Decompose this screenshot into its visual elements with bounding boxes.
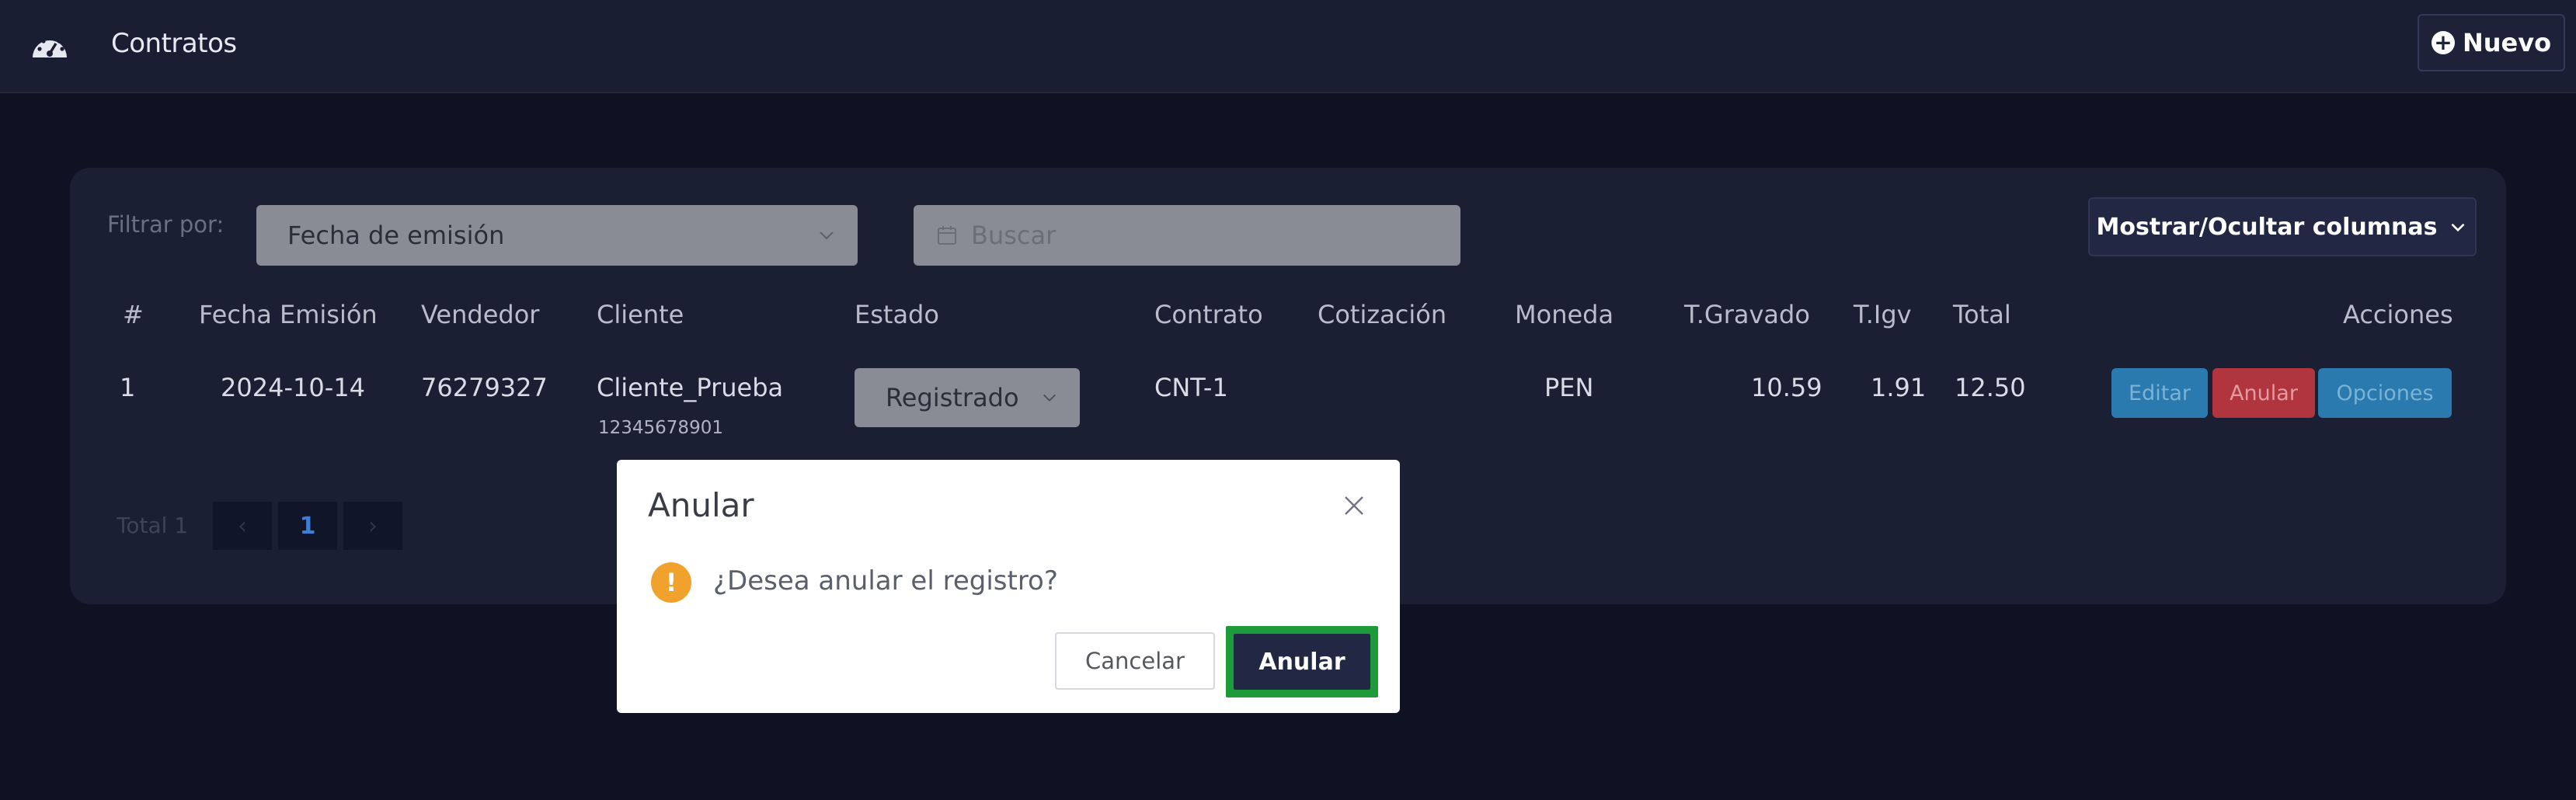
cancel-button[interactable]: Cancelar <box>1055 632 1215 690</box>
col-header-estado: Estado <box>855 300 939 329</box>
filter-select[interactable]: Fecha de emisión <box>256 205 858 266</box>
pagination-total: Total 1 <box>117 513 189 538</box>
calendar-icon <box>938 226 956 245</box>
cell-total: 12.50 <box>1955 373 2026 402</box>
cell-fecha: 2024-10-14 <box>221 373 365 402</box>
col-header-total: Total <box>1953 300 2011 329</box>
filter-select-value: Fecha de emisión <box>287 221 505 250</box>
cell-cliente-doc: 12345678901 <box>598 418 723 438</box>
col-header-igv: T.Igv <box>1854 300 1912 329</box>
cell-contrato: CNT-1 <box>1154 373 1228 402</box>
dialog-message: ¿Desea anular el registro? <box>713 565 1058 597</box>
cell-cliente: Cliente_Prueba <box>597 373 784 402</box>
new-button-label: Nuevo <box>2462 28 2552 57</box>
cell-igv: 1.91 <box>1871 373 1927 402</box>
confirm-void-dialog: Anular ! ¿Desea anular el registro? Canc… <box>617 460 1400 713</box>
confirm-highlight: Anular <box>1226 626 1378 697</box>
dashboard-gauge-icon <box>33 36 67 57</box>
cell-vendedor: 76279327 <box>421 373 548 402</box>
dialog-title: Anular <box>648 486 754 524</box>
new-button[interactable]: + Nuevo <box>2418 14 2565 71</box>
confirm-void-button[interactable]: Anular <box>1234 634 1370 690</box>
plus-circle-icon: + <box>2431 31 2455 54</box>
pagination-page-1[interactable]: 1 <box>278 502 337 550</box>
close-icon[interactable] <box>1342 494 1366 517</box>
col-header-acciones: Acciones <box>2343 300 2453 329</box>
warning-icon: ! <box>651 562 691 603</box>
chevron-down-icon <box>820 231 834 240</box>
col-header-gravado: T.Gravado <box>1684 300 1810 329</box>
col-header-contrato: Contrato <box>1154 300 1263 329</box>
chevron-down-icon <box>1043 394 1056 402</box>
search-input[interactable]: Buscar <box>914 205 1460 266</box>
options-button[interactable]: Opciones <box>2318 368 2452 418</box>
page-title: Contratos <box>111 28 237 59</box>
cell-num: 1 <box>120 373 136 402</box>
col-header-cliente: Cliente <box>597 300 684 329</box>
pagination-prev[interactable]: ‹ <box>213 502 272 550</box>
edit-button[interactable]: Editar <box>2111 368 2208 418</box>
col-header-num: # <box>123 300 144 329</box>
col-header-fecha: Fecha Emisión <box>199 300 378 329</box>
col-header-vendedor: Vendedor <box>421 300 540 329</box>
chevron-down-icon <box>2451 223 2465 232</box>
void-button[interactable]: Anular <box>2212 368 2315 418</box>
status-dropdown[interactable]: Registrado <box>855 368 1080 427</box>
filter-label: Filtrar por: <box>107 211 225 238</box>
col-header-moneda: Moneda <box>1515 300 1614 329</box>
cell-gravado: 10.59 <box>1751 373 1822 402</box>
toggle-columns-label: Mostrar/Ocultar columnas <box>2096 213 2438 241</box>
col-header-cotizacion: Cotización <box>1318 300 1447 329</box>
pagination-next[interactable]: › <box>343 502 402 550</box>
cell-moneda: PEN <box>1544 373 1594 402</box>
top-bar: Contratos + Nuevo <box>0 0 2576 93</box>
search-placeholder: Buscar <box>971 221 1057 250</box>
status-value: Registrado <box>886 383 1019 412</box>
toggle-columns-button[interactable]: Mostrar/Ocultar columnas <box>2088 197 2477 256</box>
